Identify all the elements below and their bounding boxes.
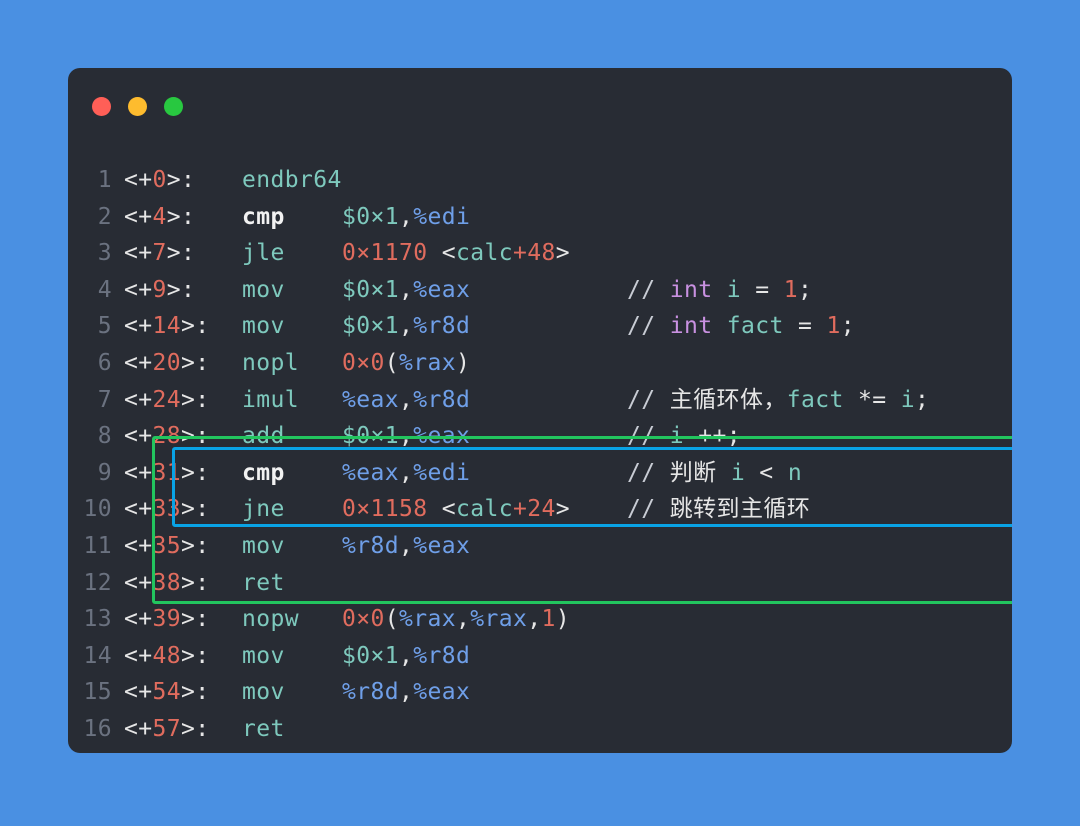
instruction-offset: <+0>:: [124, 167, 196, 193]
instruction-mnemonic: mov: [242, 532, 285, 559]
instruction-operands: %eax,%edi: [342, 459, 471, 486]
code-line[interactable]: 2 <+4>: cmp $0×1,%edi: [68, 199, 1012, 236]
code-line[interactable]: 1 <+0>: endbr64: [68, 162, 1012, 199]
instruction-operands: 0×0(%rax): [342, 349, 471, 376]
instruction-offset: <+57>:: [124, 715, 210, 742]
instruction-offset: <+54>:: [124, 679, 210, 706]
instruction-offset: <+20>:: [124, 349, 210, 376]
instruction-operands: $0×1,%edi: [342, 203, 471, 230]
minimize-button[interactable]: [128, 97, 147, 116]
instruction-offset: <+48>:: [124, 642, 210, 669]
instruction-offset: <+24>:: [124, 386, 210, 413]
code-line[interactable]: 6 <+20>: nopl 0×0(%rax): [68, 345, 1012, 382]
instruction-mnemonic: nopl: [242, 349, 299, 376]
instruction-operands: %r8d,%eax: [342, 532, 471, 559]
zoom-button[interactable]: [164, 97, 183, 116]
source-comment: // int fact = 1;: [627, 313, 855, 340]
line-number: 9: [97, 459, 112, 486]
instruction-mnemonic: jne: [242, 496, 285, 523]
source-comment: // 跳转到主循环: [627, 496, 811, 523]
source-comment: // int i = 1;: [627, 276, 813, 303]
line-number: 5: [97, 313, 112, 340]
line-number: 8: [97, 423, 112, 450]
instruction-operands: $0×1,%r8d: [342, 642, 471, 669]
instruction-operands: 0×1158 <calc+24>: [342, 496, 570, 523]
code-line[interactable]: 11 <+35>: mov %r8d,%eax: [68, 528, 1012, 565]
close-button[interactable]: [92, 97, 111, 116]
instruction-operands: $0×1,%eax: [342, 276, 471, 303]
instruction-operands: $0×1,%r8d: [342, 313, 471, 340]
instruction-offset: <+35>:: [124, 532, 210, 559]
instruction-mnemonic: cmp: [242, 459, 285, 486]
code-line[interactable]: 10 <+33>: jne 0×1158 <calc+24> // 跳转到主循环: [68, 491, 1012, 528]
instruction-operands: %eax,%r8d: [342, 386, 471, 413]
instruction-mnemonic: mov: [242, 679, 285, 706]
instruction-mnemonic: endbr64: [242, 167, 342, 193]
line-number: 2: [97, 203, 112, 230]
line-number: 6: [97, 349, 112, 376]
line-number: 16: [83, 715, 112, 742]
instruction-offset: <+31>:: [124, 459, 210, 486]
instruction-offset: <+38>:: [124, 569, 210, 596]
code-line[interactable]: 4 <+9>: mov $0×1,%eax // int i = 1;: [68, 272, 1012, 309]
instruction-offset: <+14>:: [124, 313, 210, 340]
instruction-mnemonic: mov: [242, 276, 285, 303]
instruction-operands: $0×1,%eax: [342, 423, 471, 450]
instruction-mnemonic: nopw: [242, 606, 299, 633]
code-line[interactable]: 7 <+24>: imul %eax,%r8d // 主循环体，fact *= i;: [68, 382, 1012, 419]
screenshot-root: 1 <+0>: endbr64 2 <+4>: cmp $0×1,%edi 3 <+7>: jle…: [0, 0, 1080, 826]
instruction-mnemonic: imul: [242, 386, 299, 413]
code-line[interactable]: 12 <+38>: ret: [68, 565, 1012, 602]
instruction-mnemonic: ret: [242, 569, 285, 596]
instruction-offset: <+4>:: [124, 203, 196, 230]
line-number: 7: [97, 386, 112, 413]
instruction-offset: <+7>:: [124, 240, 196, 267]
code-line[interactable]: 3 <+7>: jle 0×1170 <calc+48>: [68, 235, 1012, 272]
instruction-mnemonic: add: [242, 423, 285, 450]
source-comment: // 主循环体，fact *= i;: [627, 386, 930, 413]
instruction-mnemonic: ret: [242, 715, 285, 742]
instruction-operands: 0×1170 <calc+48>: [342, 240, 570, 267]
line-number: 13: [83, 606, 112, 633]
instruction-offset: <+33>:: [124, 496, 210, 523]
instruction-offset: <+28>:: [124, 423, 210, 450]
code-line[interactable]: 5 <+14>: mov $0×1,%r8d // int fact = 1;: [68, 308, 1012, 345]
line-number: 15: [83, 679, 112, 706]
line-number: 3: [97, 240, 112, 267]
instruction-offset: <+39>:: [124, 606, 210, 633]
instruction-operands: %r8d,%eax: [342, 679, 471, 706]
code-line[interactable]: 14 <+48>: mov $0×1,%r8d: [68, 638, 1012, 675]
code-line[interactable]: 13 <+39>: nopw 0×0(%rax,%rax,1): [68, 601, 1012, 638]
line-number: 1: [97, 167, 112, 193]
code-line[interactable]: 15 <+54>: mov %r8d,%eax: [68, 674, 1012, 711]
instruction-mnemonic: mov: [242, 313, 285, 340]
line-number: 10: [83, 496, 112, 523]
line-number: 4: [97, 276, 112, 303]
code-line[interactable]: 9 <+31>: cmp %eax,%edi // 判断 i < n: [68, 455, 1012, 492]
code-window-card: 1 <+0>: endbr64 2 <+4>: cmp $0×1,%edi 3 <+7>: jle…: [68, 68, 1012, 753]
instruction-mnemonic: jle: [242, 240, 285, 267]
line-number: 14: [83, 642, 112, 669]
code-line[interactable]: 8 <+28>: add $0×1,%eax // i ++;: [68, 418, 1012, 455]
instruction-operands: 0×0(%rax,%rax,1): [342, 606, 570, 633]
code-line[interactable]: 16 <+57>: ret: [68, 711, 1012, 748]
instruction-offset: <+9>:: [124, 276, 196, 303]
instruction-mnemonic: cmp: [242, 203, 285, 230]
source-comment: // 判断 i < n: [627, 459, 803, 486]
code-listing[interactable]: 1 <+0>: endbr64 2 <+4>: cmp $0×1,%edi 3 <+7>: jle…: [68, 162, 1012, 748]
line-number: 12: [83, 569, 112, 596]
instruction-mnemonic: mov: [242, 642, 285, 669]
source-comment: // i ++;: [627, 423, 741, 450]
window-titlebar: [68, 68, 1012, 138]
line-number: 11: [83, 532, 112, 559]
